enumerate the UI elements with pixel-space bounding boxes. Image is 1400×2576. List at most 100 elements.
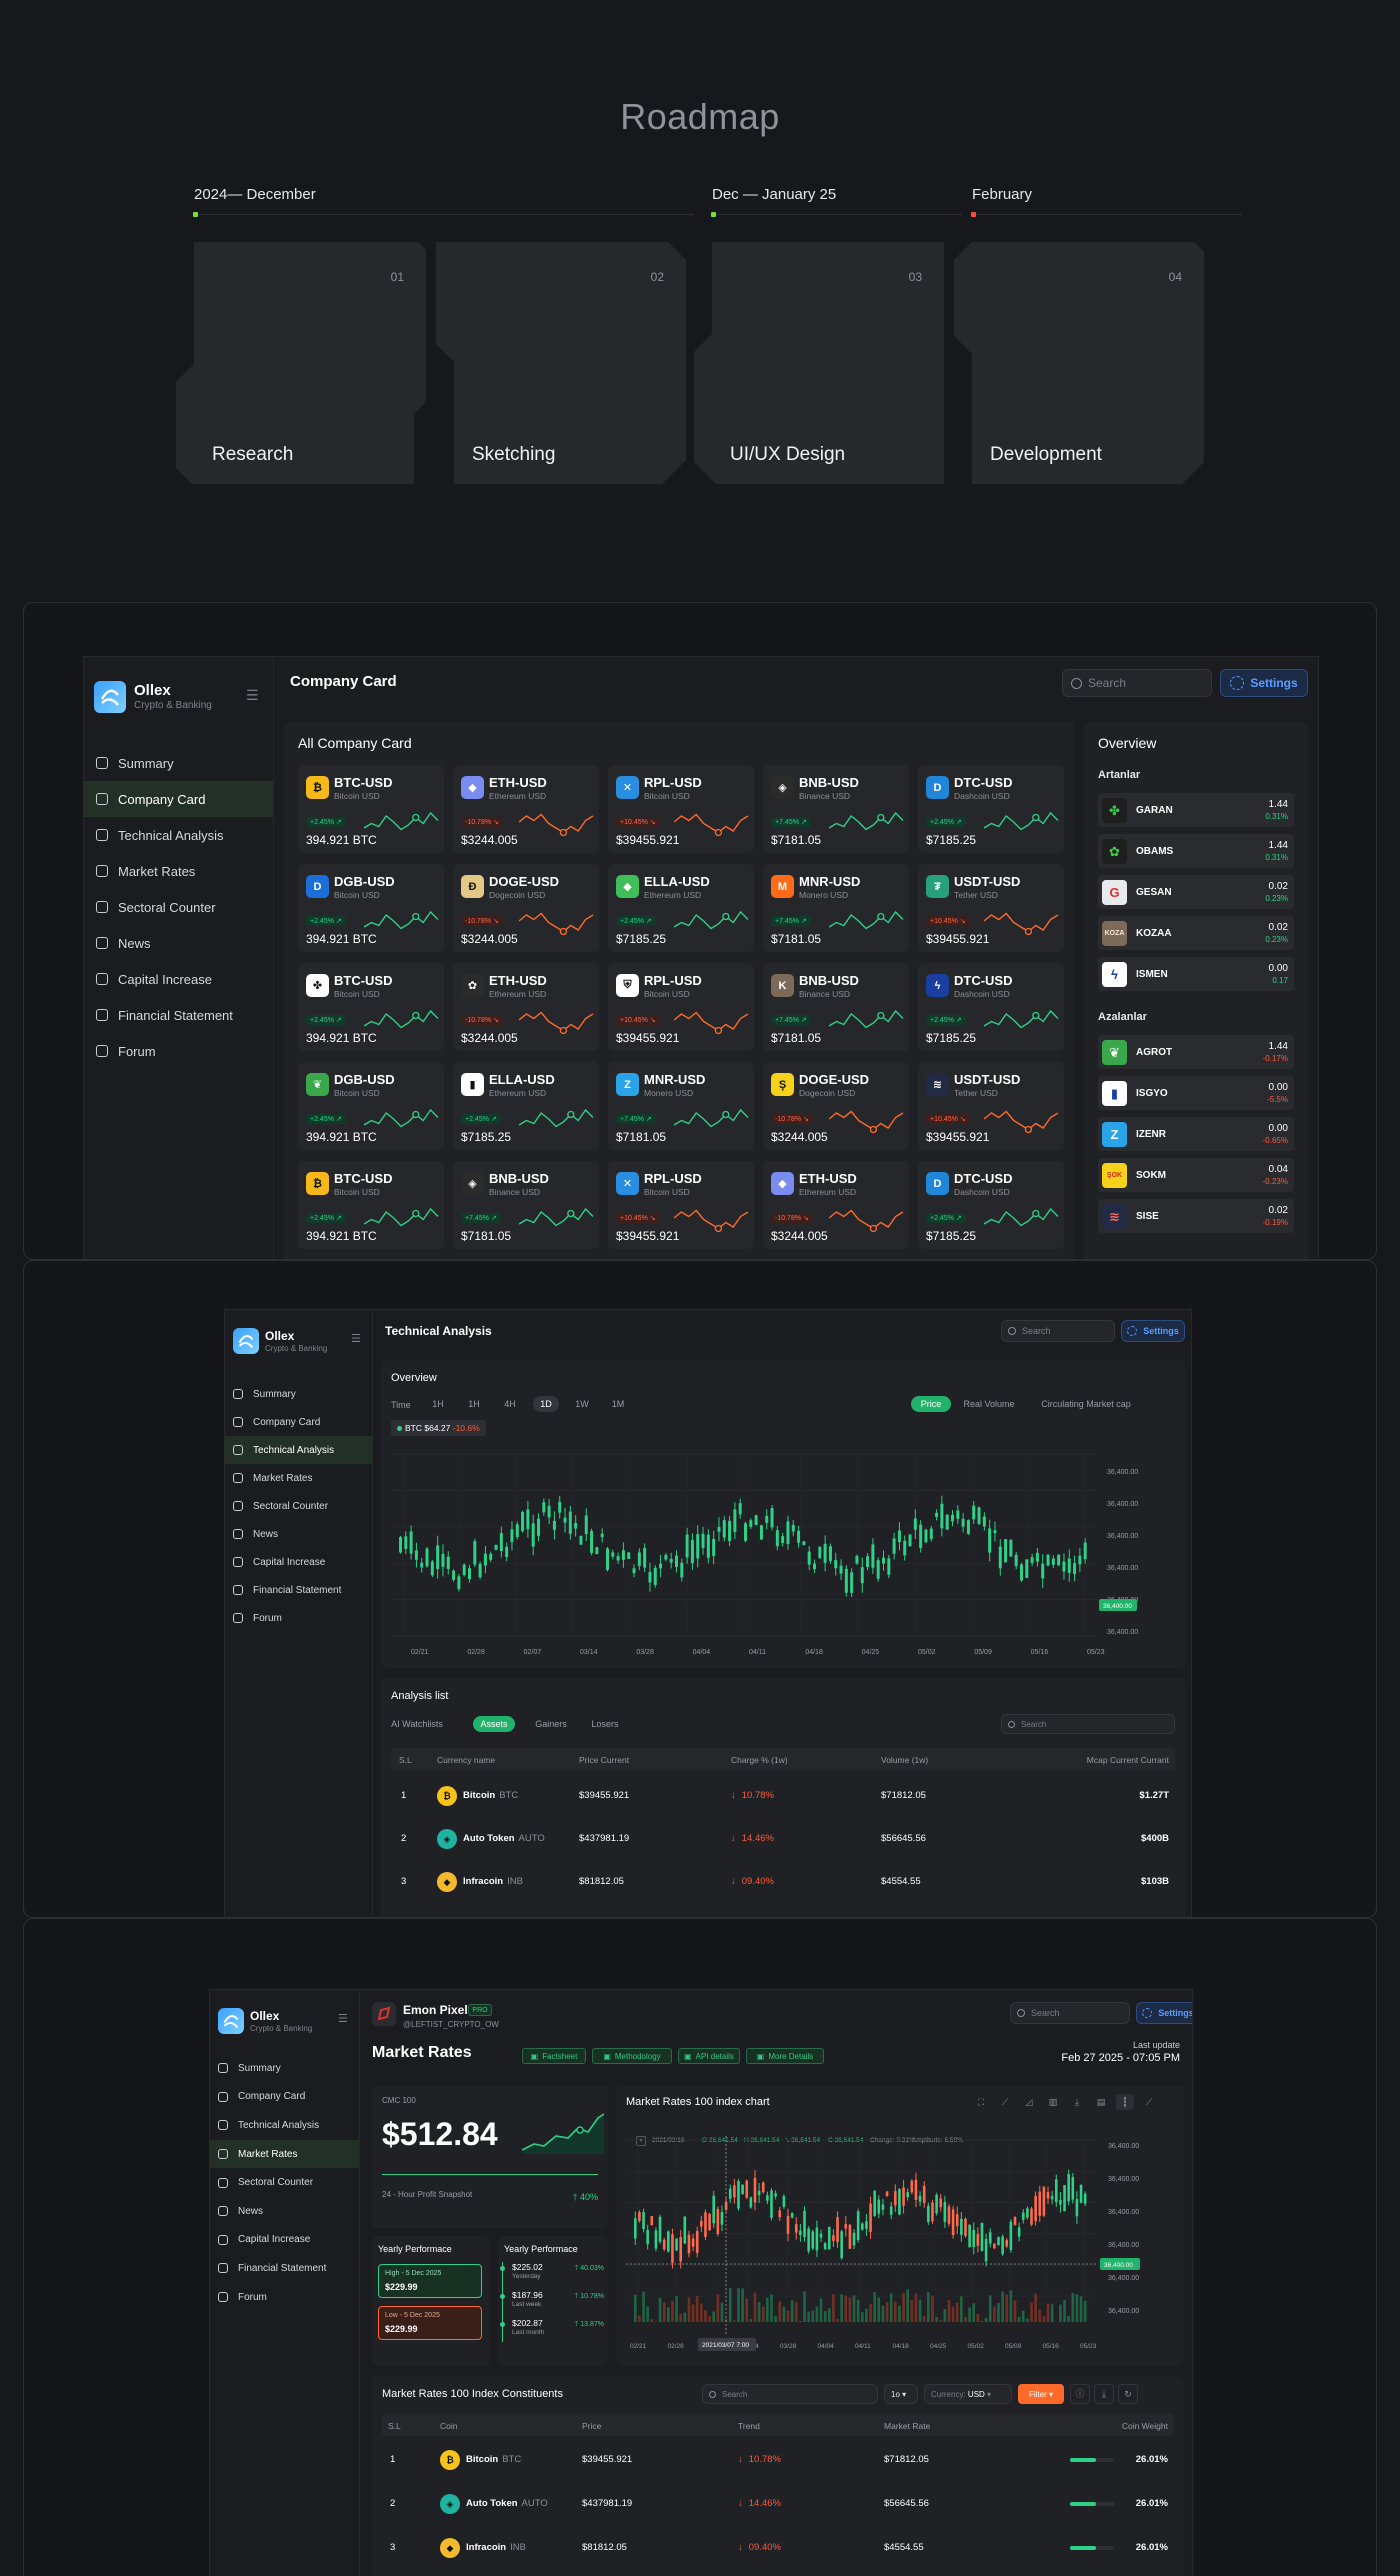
- refresh-icon[interactable]: ↻: [1118, 2384, 1138, 2404]
- overview-row[interactable]: ❦ AGROT 1.44 -0.17%: [1098, 1035, 1294, 1069]
- sidebar-item-summary[interactable]: Summary: [84, 745, 273, 781]
- settings-button[interactable]: Settings: [1121, 1320, 1185, 1342]
- company-card[interactable]: ≋ USDT-USD Tether USD +10.45% ↘ $39455.921: [918, 1062, 1064, 1150]
- timeframe-1h-button[interactable]: 1H: [461, 1396, 487, 1412]
- sidebar-item-capital-increase[interactable]: Capital Increase: [84, 961, 273, 997]
- company-card[interactable]: D DTC-USD Dashcoin USD +2.45% ↗ $7185.25: [918, 765, 1064, 853]
- download-icon[interactable]: ⤓: [1068, 2094, 1086, 2110]
- currency-select[interactable]: Currency: USD ▾: [924, 2384, 1012, 2404]
- column-header[interactable]: Mcap Current Currant: [1087, 1755, 1169, 1765]
- collapse-menu-icon[interactable]: ☰: [338, 2012, 348, 2025]
- company-card[interactable]: ₿ BTC-USD Bitcoin USD +2.45% ↗ 394.921 BTC: [298, 765, 444, 853]
- overview-row[interactable]: ≋ SISE 0.02 -0.19%: [1098, 1199, 1294, 1233]
- column-header[interactable]: Price Current: [579, 1755, 629, 1765]
- download-icon[interactable]: ⤓: [1094, 2384, 1114, 2404]
- column-header[interactable]: S.L: [388, 2421, 401, 2431]
- bar-chart-icon[interactable]: ▥: [1044, 2094, 1062, 2110]
- settings-button[interactable]: Settings: [1220, 669, 1308, 697]
- column-header[interactable]: Market Rate: [884, 2421, 930, 2431]
- company-card[interactable]: ◆ ELLA-USD Ethereum USD +2.45% ↗ $7185.25: [608, 864, 754, 952]
- company-card[interactable]: ✤ BTC-USD Bitcoin USD +2.45% ↗ 394.921 BTC: [298, 963, 444, 1051]
- sidebar-item-technical-analysis[interactable]: Technical Analysis: [210, 2111, 359, 2140]
- tag-more-details[interactable]: ▣ More Details: [746, 2048, 824, 2064]
- sidebar-item-capital-increase[interactable]: Capital Increase: [225, 1548, 372, 1576]
- timeframe-4h-button[interactable]: 4H: [497, 1396, 523, 1412]
- company-card[interactable]: ⛨ RPL-USD Bitcoin USD +10.45% ↘ $39455.921: [608, 963, 754, 1051]
- tab-ai-watchlists[interactable]: AI Watchlists: [391, 1716, 443, 1732]
- roadmap-card[interactable]: 01 Research: [176, 242, 426, 484]
- company-card[interactable]: Z MNR-USD Monero USD +7.45% ↗ $7181.05: [608, 1062, 754, 1150]
- metric-circulating-market-cap-button[interactable]: Circulating Market cap: [1031, 1396, 1141, 1412]
- search-input[interactable]: Search: [1001, 1320, 1115, 1342]
- column-chart-icon[interactable]: ▤: [1092, 2094, 1110, 2110]
- roadmap-card[interactable]: 04 Development: [954, 242, 1204, 484]
- search-input[interactable]: Search: [1010, 2002, 1130, 2024]
- sidebar-item-market-rates[interactable]: Market Rates: [84, 853, 273, 889]
- column-header[interactable]: Volume (1w): [881, 1755, 928, 1765]
- overview-row[interactable]: Z IZENR 0.00 -0.65%: [1098, 1117, 1294, 1151]
- table-row[interactable]: [382, 2488, 1174, 2532]
- info-icon[interactable]: ⓘ: [1070, 2384, 1090, 2404]
- sidebar-item-summary[interactable]: Summary: [210, 2054, 359, 2083]
- tab-gainers[interactable]: Gainers: [531, 1716, 571, 1732]
- column-header[interactable]: Coin Weight: [1122, 2421, 1168, 2431]
- column-header[interactable]: Charge % (1w): [731, 1755, 788, 1765]
- sidebar-item-company-card[interactable]: Company Card: [225, 1408, 372, 1436]
- search-input[interactable]: Search: [702, 2384, 878, 2404]
- period-select[interactable]: 1o ▾: [884, 2384, 918, 2404]
- filter-button[interactable]: Filter ▾: [1018, 2384, 1064, 2404]
- sidebar-item-forum[interactable]: Forum: [225, 1604, 372, 1632]
- overview-row[interactable]: G GESAN 0.02 0.23%: [1098, 875, 1294, 909]
- company-card[interactable]: ◆ ETH-USD Ethereum USD -10.78% ↘ $3244.005: [763, 1161, 909, 1249]
- metric-price-button[interactable]: Price: [911, 1396, 951, 1412]
- search-input[interactable]: Search: [1001, 1714, 1175, 1734]
- metric-real-volume-button[interactable]: Real Volume: [957, 1396, 1021, 1412]
- table-row[interactable]: [382, 2532, 1174, 2576]
- company-card[interactable]: ₿ BTC-USD Bitcoin USD +2.45% ↗ 394.921 BTC: [298, 1161, 444, 1249]
- table-row[interactable]: [391, 1780, 1175, 1823]
- area-chart-icon[interactable]: ◿: [1020, 2094, 1038, 2110]
- tab-losers[interactable]: Losers: [587, 1716, 623, 1732]
- sidebar-item-sectoral-counter[interactable]: Sectoral Counter: [84, 889, 273, 925]
- user-avatar[interactable]: [372, 2002, 396, 2026]
- candlestick-chart[interactable]: 36,400.00 36,400.00 36,400.00 36,400.00 36,4…: [391, 1446, 1177, 1660]
- timeframe-1h-button[interactable]: 1H: [425, 1396, 451, 1412]
- timeframe-1m-button[interactable]: 1M: [605, 1396, 631, 1412]
- candle-chart-icon[interactable]: ┆: [1116, 2094, 1134, 2110]
- overview-row[interactable]: ✿ OBAMS 1.44 0.31%: [1098, 834, 1294, 868]
- column-header[interactable]: Coin: [440, 2421, 457, 2431]
- sidebar-item-forum[interactable]: Forum: [210, 2283, 359, 2312]
- tag-factsheet[interactable]: ▣ Factsheet: [522, 2048, 586, 2064]
- roadmap-card[interactable]: 02 Sketching: [436, 242, 686, 484]
- sidebar-item-news[interactable]: News: [84, 925, 273, 961]
- sidebar-item-sectoral-counter[interactable]: Sectoral Counter: [225, 1492, 372, 1520]
- sidebar-item-financial-statement[interactable]: Financial Statement: [210, 2254, 359, 2283]
- sidebar-item-technical-analysis[interactable]: Technical Analysis: [225, 1436, 372, 1464]
- company-card[interactable]: D DGB-USD Bitcoin USD +2.45% ↗ 394.921 BTC: [298, 864, 444, 952]
- collapse-menu-icon[interactable]: ☰: [246, 687, 259, 704]
- timeframe-1w-button[interactable]: 1W: [569, 1396, 595, 1412]
- company-card[interactable]: ϟ DTC-USD Dashcoin USD +2.45% ↗ $7185.25: [918, 963, 1064, 1051]
- timeframe-1d-button[interactable]: 1D: [533, 1396, 559, 1412]
- overview-row[interactable]: ✤ GARAN 1.44 0.31%: [1098, 793, 1294, 827]
- sidebar-item-sectoral-counter[interactable]: Sectoral Counter: [210, 2168, 359, 2197]
- sidebar-item-company-card[interactable]: Company Card: [210, 2083, 359, 2112]
- fullscreen-icon[interactable]: ⛶: [972, 2094, 990, 2110]
- sidebar-item-news[interactable]: News: [225, 1520, 372, 1548]
- sidebar-item-financial-statement[interactable]: Financial Statement: [225, 1576, 372, 1604]
- sidebar-item-company-card[interactable]: Company Card: [84, 781, 273, 817]
- company-card[interactable]: Ð DOGE-USD Dogecoin USD -10.78% ↘ $3244.005: [453, 864, 599, 952]
- company-card[interactable]: ✕ RPL-USD Bitcoin USD +10.45% ↘ $39455.921: [608, 765, 754, 853]
- company-card[interactable]: D DTC-USD Dashcoin USD +2.45% ↗ $7185.25: [918, 1161, 1064, 1249]
- overview-row[interactable]: ϟ ISMEN 0.00 0.17: [1098, 957, 1294, 991]
- sidebar-item-market-rates[interactable]: Market Rates: [225, 1464, 372, 1492]
- column-header[interactable]: Currency name: [437, 1755, 495, 1765]
- roadmap-card[interactable]: 03 UI/UX Design: [694, 242, 944, 484]
- sidebar-item-technical-analysis[interactable]: Technical Analysis: [84, 817, 273, 853]
- settings-button[interactable]: Settings: [1136, 2002, 1192, 2024]
- company-card[interactable]: ▮ ELLA-USD Ethereum USD +2.45% ↗ $7185.25: [453, 1062, 599, 1150]
- line-chart-icon[interactable]: ⟋: [996, 2094, 1014, 2110]
- company-card[interactable]: ◈ BNB-USD Binance USD +7.45% ↗ $7181.05: [453, 1161, 599, 1249]
- collapse-menu-icon[interactable]: ☰: [351, 1332, 361, 1345]
- sidebar-item-forum[interactable]: Forum: [84, 1033, 273, 1069]
